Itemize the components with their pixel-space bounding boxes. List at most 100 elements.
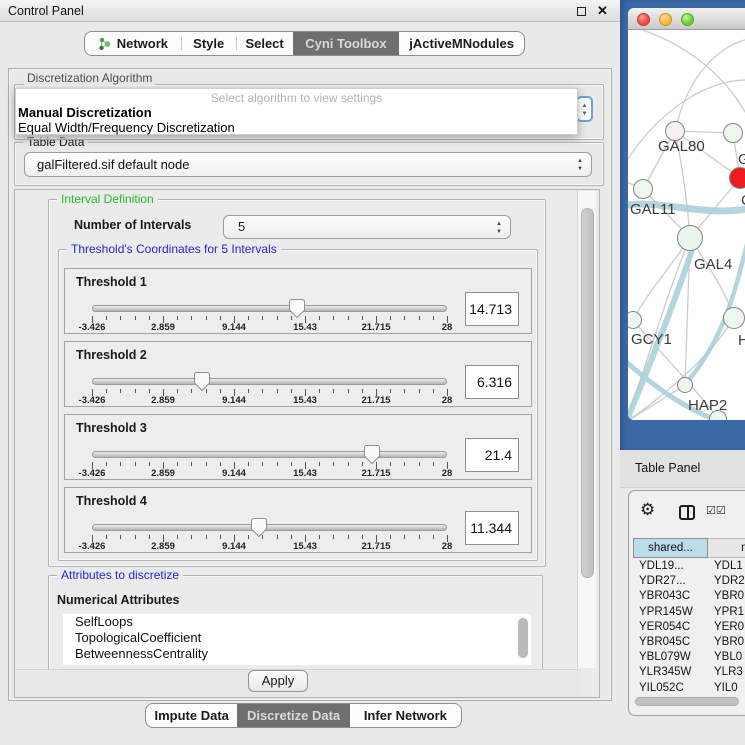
tab-infer-network[interactable]: Infer Network (350, 704, 461, 727)
cell-name[interactable]: YDL1 (708, 559, 745, 574)
slider-tick (177, 462, 178, 466)
dropdown-option-equal-width[interactable]: Equal Width/Frequency Discretization (18, 120, 235, 135)
zoom-traffic-light[interactable] (681, 13, 694, 26)
panel-scrollbar-thumb[interactable] (581, 208, 594, 578)
threshold-4-slider-thumb[interactable] (250, 517, 268, 538)
network-node[interactable] (677, 377, 693, 393)
cell-shared-name[interactable]: YER054C (633, 620, 708, 635)
dropdown-option-manual[interactable]: Manual Discretization (18, 105, 152, 120)
cell-shared-name[interactable]: YIL052C (633, 681, 708, 696)
slider-tick (291, 462, 292, 466)
network-node[interactable] (729, 167, 745, 189)
cell-shared-name[interactable]: YBR045C (633, 635, 708, 650)
table-row[interactable]: YPR145WYPR1 (633, 605, 745, 620)
cell-shared-name[interactable]: YPR145W (633, 605, 708, 620)
cell-name[interactable]: YDR2 (708, 574, 745, 589)
network-node[interactable] (723, 123, 743, 143)
threshold-1-slider-track[interactable] (92, 305, 447, 312)
network-node[interactable] (628, 311, 642, 329)
cell-shared-name[interactable]: YDR27... (633, 574, 708, 589)
table-hscrollbar-thumb[interactable] (635, 697, 739, 706)
table-row[interactable]: YER054CYER0 (633, 620, 745, 635)
slider-tick (135, 389, 136, 393)
threshold-3-slider-track[interactable] (92, 451, 447, 458)
slider-tick (291, 389, 292, 393)
tab-discretize-data[interactable]: Discretize Data (237, 704, 349, 727)
float-window-icon[interactable] (577, 7, 586, 16)
numerical-attributes-label: Numerical Attributes (57, 593, 179, 607)
algorithm-combo[interactable]: ▲▼ (576, 96, 593, 122)
slider-tick-label: 15.43 (293, 322, 317, 333)
slider-tick (433, 316, 434, 320)
cell-name[interactable]: YLR3 (708, 665, 745, 680)
slider-tick (135, 462, 136, 466)
tab-impute-data[interactable]: Impute Data (146, 704, 237, 727)
table-row[interactable]: YLR345WYLR3 (633, 665, 745, 680)
cell-name[interactable]: YPR1 (708, 605, 745, 620)
slider-tick (390, 389, 391, 393)
threshold-3-value-input[interactable] (465, 438, 519, 472)
cell-name[interactable]: YBR0 (708, 589, 745, 604)
slider-tick (106, 462, 107, 466)
table-row[interactable]: YBL079WYBL0 (633, 650, 745, 665)
dropdown-placeholder: Select algorithm to view settings (16, 91, 577, 105)
cell-name[interactable]: YBR0 (708, 635, 745, 650)
numerical-attributes-list[interactable]: SelfLoopsTopologicalCoefficientBetweenne… (63, 614, 531, 665)
threshold-4-slider-track[interactable] (92, 524, 447, 531)
cell-shared-name[interactable]: YBL079W (633, 650, 708, 665)
cell-shared-name[interactable]: YDL19... (633, 559, 708, 574)
close-traffic-light[interactable] (637, 13, 650, 26)
slider-tick-label: 2.859 (151, 541, 175, 552)
number-of-intervals-spinner[interactable]: 5 ▲▼ (223, 215, 511, 239)
table-row[interactable]: YDL19...YDL1 (633, 559, 745, 574)
cell-name[interactable]: YBL0 (708, 650, 745, 665)
column-header-shared-name[interactable]: shared... (633, 538, 708, 558)
panel-scrollbar-track[interactable] (577, 191, 596, 668)
cell-shared-name[interactable]: YLR345W (633, 665, 708, 680)
table-row[interactable]: YIL052CYIL0 (633, 681, 745, 696)
column-layout-icon[interactable] (679, 505, 695, 520)
slider-tick-label: 28 (442, 468, 453, 479)
cell-name[interactable]: YIL0 (708, 681, 745, 696)
close-icon[interactable]: ✕ (597, 3, 608, 19)
gear-icon[interactable]: ⚙ (640, 500, 655, 520)
table-data-combo[interactable]: galFiltered.sif default node ▲▼ (24, 152, 592, 177)
threshold-3-slider-thumb[interactable] (363, 444, 381, 465)
combo-arrows-icon: ▲▼ (577, 157, 583, 173)
slider-tick (262, 462, 263, 466)
control-panel-tabs: Network Style Select Cyni Toolbox jActiv… (84, 31, 525, 56)
network-node[interactable] (633, 179, 653, 199)
network-window-titlebar[interactable] (628, 8, 745, 30)
cell-shared-name[interactable]: YBR043C (633, 589, 708, 604)
minimize-traffic-light[interactable] (659, 13, 672, 26)
threshold-2-slider-thumb[interactable] (193, 371, 211, 392)
slider-tick-label: 28 (442, 541, 453, 552)
tab-network[interactable]: Network (85, 32, 181, 55)
slider-tick-label: 9.144 (222, 468, 246, 479)
list-item[interactable]: SelfLoops (63, 614, 531, 630)
threshold-3-panel: Threshold 3 -3.4262.8599.14415.4321.7152… (64, 414, 532, 480)
column-header-name[interactable]: na (708, 538, 745, 558)
list-item[interactable]: BetweennessCentrality (63, 646, 531, 662)
tab-style[interactable]: Style (182, 32, 236, 55)
tab-select[interactable]: Select (237, 32, 293, 55)
table-row[interactable]: YBR043CYBR0 (633, 589, 745, 604)
list-item[interactable]: TopologicalCoefficient (63, 630, 531, 646)
apply-button[interactable]: Apply (248, 670, 308, 692)
table-row[interactable]: YDR27...YDR2 (633, 574, 745, 589)
tab-cyni-toolbox[interactable]: Cyni Toolbox (293, 32, 400, 55)
cell-name[interactable]: YER0 (708, 620, 745, 635)
table-row[interactable]: YBR045CYBR0 (633, 635, 745, 650)
tab-jactivemnodules[interactable]: jActiveMNodules (399, 32, 524, 55)
network-node[interactable] (677, 225, 703, 251)
network-canvas[interactable]: GAL80GACGAL11GAL4GCY1HHAP2 (628, 30, 745, 420)
threshold-2-slider-track[interactable] (92, 378, 447, 385)
slider-tick (433, 389, 434, 393)
network-node[interactable] (723, 307, 745, 329)
threshold-1-slider-thumb[interactable] (288, 298, 306, 319)
list-scrollbar-thumb[interactable] (518, 618, 528, 658)
threshold-2-value-input[interactable] (465, 365, 519, 399)
threshold-4-value-input[interactable] (465, 511, 519, 545)
threshold-1-value-input[interactable] (465, 292, 519, 326)
column-checkboxes-icon[interactable]: ☑☑ (706, 504, 726, 517)
